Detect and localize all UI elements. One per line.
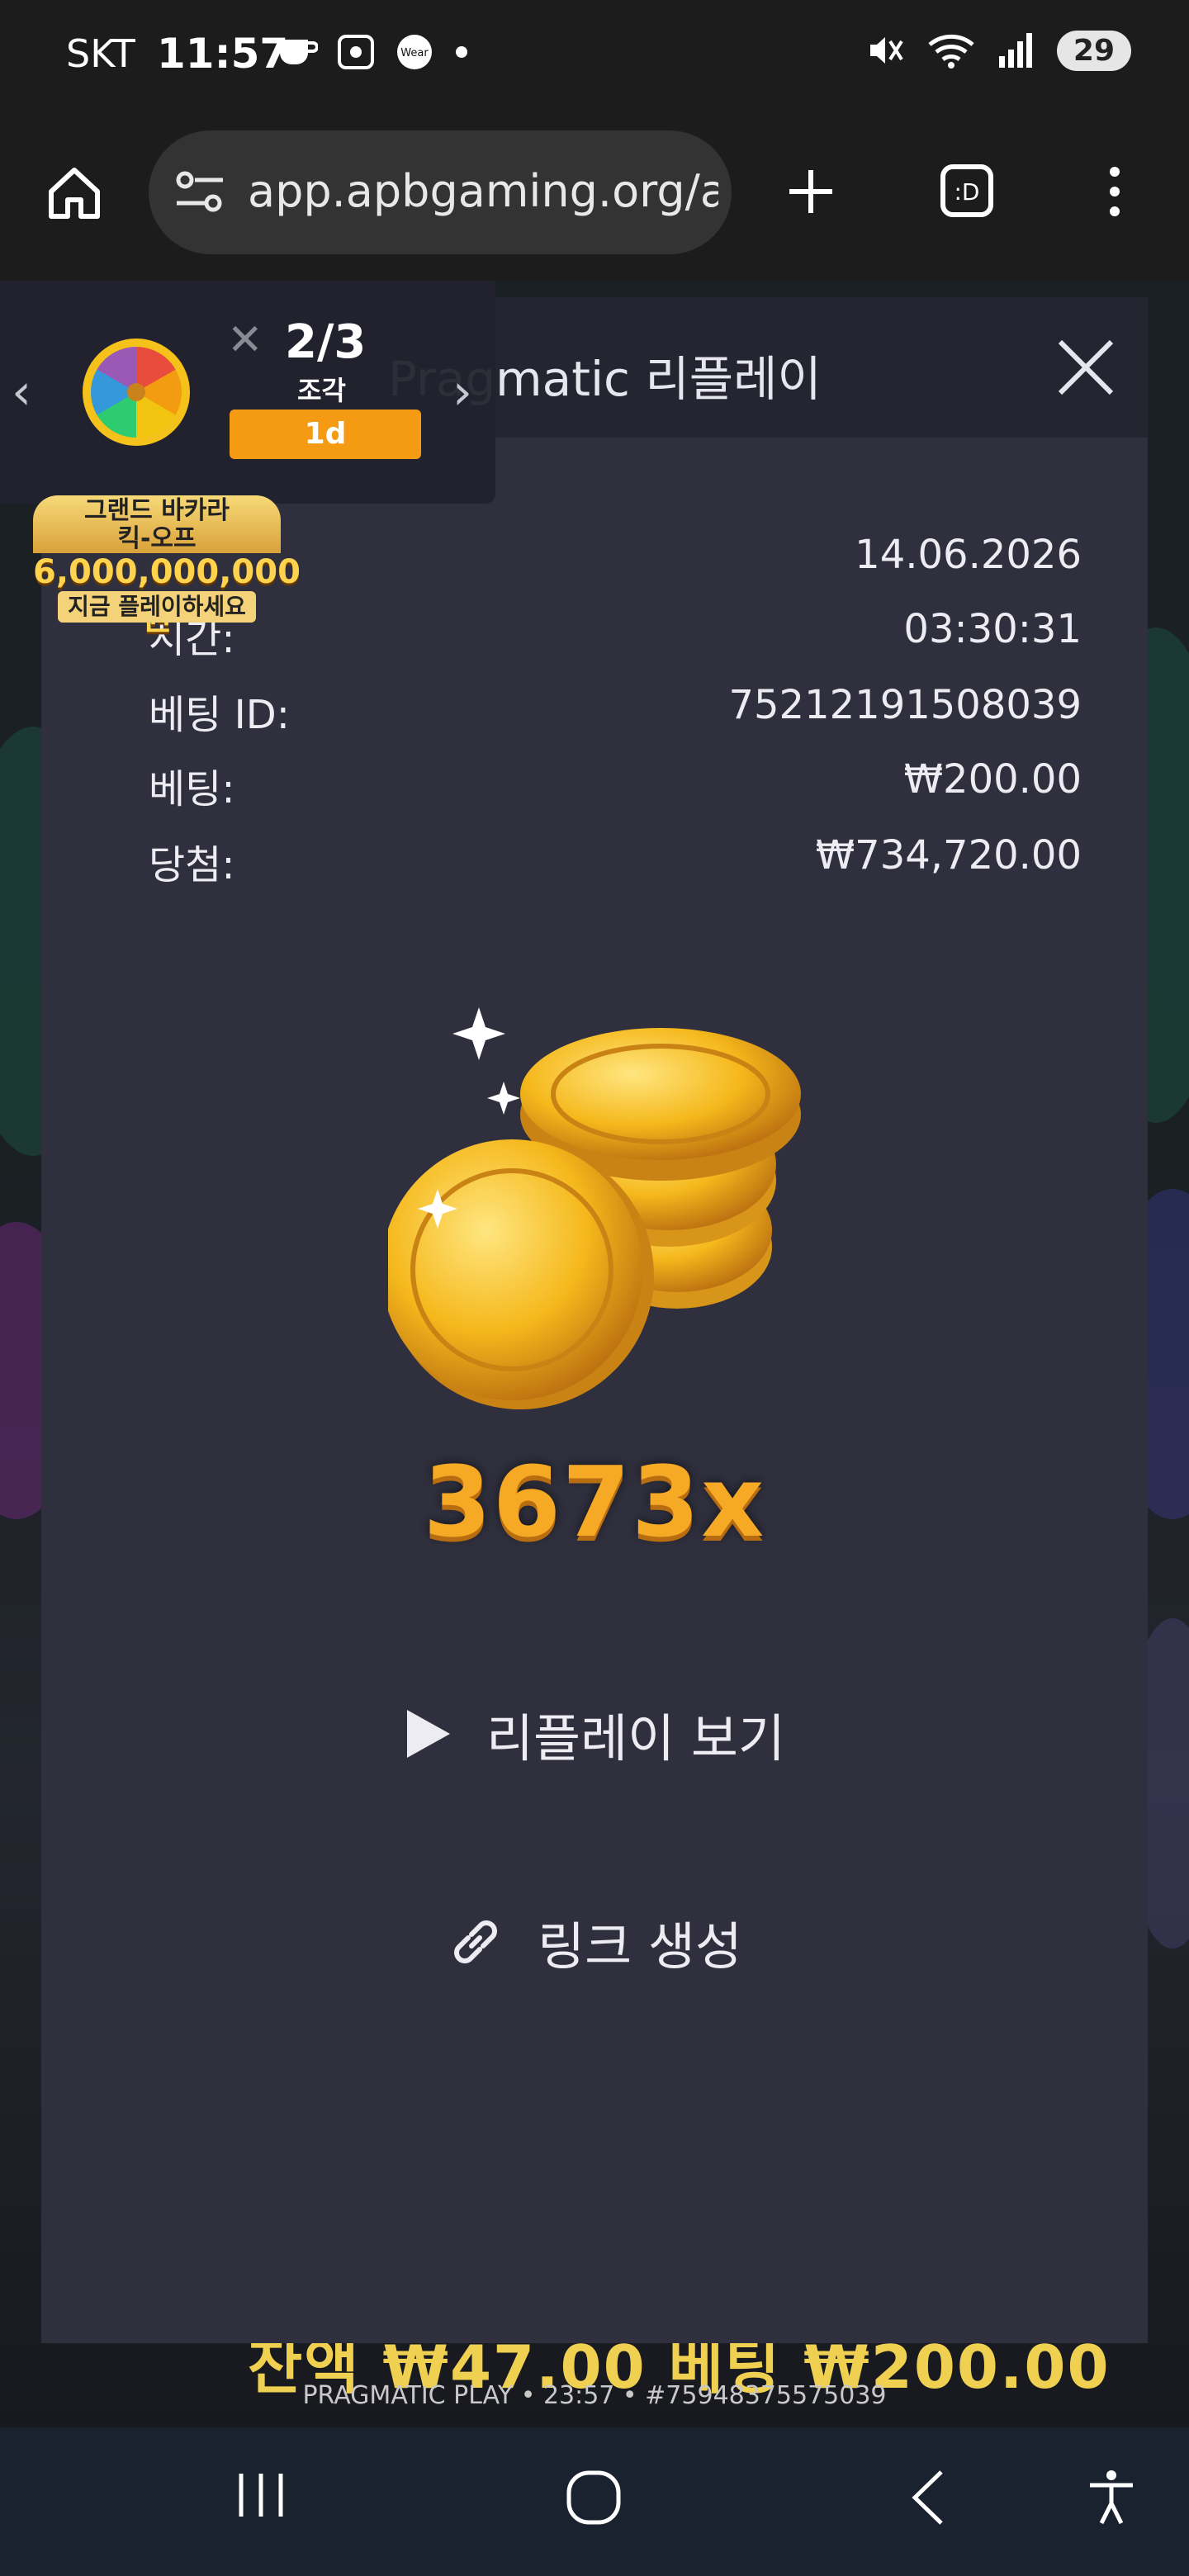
url-text: app.apbgaming.org/ap xyxy=(248,165,718,217)
browser-toolbar: app.apbgaming.org/ap :D xyxy=(0,116,1189,283)
close-icon[interactable] xyxy=(1049,330,1123,405)
accessibility-icon[interactable] xyxy=(1087,2469,1136,2526)
info-value: ₩734,720.00 xyxy=(815,832,1082,878)
close-icon[interactable]: ✕ xyxy=(227,315,263,365)
win-multiplier: 3673x xyxy=(423,1445,766,1559)
banner-title: 그랜드 바카라 킥-오프 xyxy=(33,495,281,553)
watch-replay-button[interactable]: 리플레이 보기 xyxy=(41,1684,1148,1783)
notification-icons: Wear xyxy=(277,33,470,71)
address-bar[interactable]: app.apbgaming.org/ap xyxy=(149,130,732,254)
screenshot-icon xyxy=(338,35,374,69)
promo-banner[interactable]: 그랜드 바카라 킥-오프 6,000,000,000원 지금 플레이하세요 xyxy=(33,495,301,637)
svg-text:Wear: Wear xyxy=(400,47,429,59)
more-menu-icon[interactable] xyxy=(1105,163,1125,220)
promo-count: 2/3 xyxy=(285,315,367,369)
prize-wheel-icon xyxy=(83,339,190,446)
signal-icon xyxy=(998,33,1032,68)
svg-text::D: :D xyxy=(955,178,980,206)
info-label: 베팅: xyxy=(149,766,235,812)
back-icon[interactable] xyxy=(908,2469,948,2526)
dot-icon xyxy=(456,46,467,58)
system-nav-bar xyxy=(0,2427,1189,2576)
home-icon[interactable] xyxy=(45,163,104,223)
promo-timer-badge: 1d xyxy=(230,410,421,459)
promo-sub-label: 조각 xyxy=(297,375,346,406)
battery-indicator: 29 xyxy=(1056,30,1131,71)
info-value: 14.06.2026 xyxy=(855,532,1082,578)
info-row-time: 시간: 03:30:31 xyxy=(149,606,1082,672)
site-settings-icon[interactable] xyxy=(173,168,226,215)
carrier-label: SKT xyxy=(66,31,135,76)
link-icon xyxy=(454,1920,497,1963)
watch-replay-label: 리플레이 보기 xyxy=(486,1708,785,1769)
wifi-icon xyxy=(928,34,974,69)
info-row-bet: 베팅: ₩200.00 xyxy=(149,756,1082,822)
promo-widget[interactable]: ‹ ✕ 2/3 조각 1d › xyxy=(0,281,495,504)
info-label: 당첨: xyxy=(149,842,235,888)
info-row-bet-id: 베팅 ID: 75212191508039 xyxy=(149,682,1082,748)
create-link-button[interactable]: 링크 생성 xyxy=(41,1892,1148,1991)
round-meta: PRAGMATIC PLAY • 23:57 • #75948375575039 xyxy=(302,2381,887,2410)
chevron-left-icon[interactable]: ‹ xyxy=(12,363,31,421)
info-label: 베팅 ID: xyxy=(149,692,290,738)
create-link-label: 링크 생성 xyxy=(538,1916,742,1977)
home-button-icon[interactable] xyxy=(565,2469,623,2526)
info-value: 75212191508039 xyxy=(728,682,1082,728)
clock: 11:57 xyxy=(157,30,289,78)
system-icons: 29 xyxy=(865,30,1131,71)
wear-icon: Wear xyxy=(397,35,432,69)
chevron-right-icon[interactable]: › xyxy=(452,363,472,421)
recent-apps-icon[interactable] xyxy=(234,2469,287,2522)
status-bar: SKT 11:57 Wear 29 xyxy=(0,0,1189,116)
tab-switcher-icon[interactable]: :D xyxy=(940,163,994,218)
mute-icon xyxy=(869,37,903,64)
new-tab-icon[interactable] xyxy=(784,165,837,218)
info-value: ₩200.00 xyxy=(903,756,1082,803)
gold-coins-image xyxy=(388,1007,801,1409)
info-value: 03:30:31 xyxy=(903,606,1082,652)
info-row-win: 당첨: ₩734,720.00 xyxy=(149,832,1082,898)
banner-cta: 지금 플레이하세요 xyxy=(58,591,256,623)
cup-icon xyxy=(280,40,318,64)
play-icon xyxy=(407,1710,451,1758)
